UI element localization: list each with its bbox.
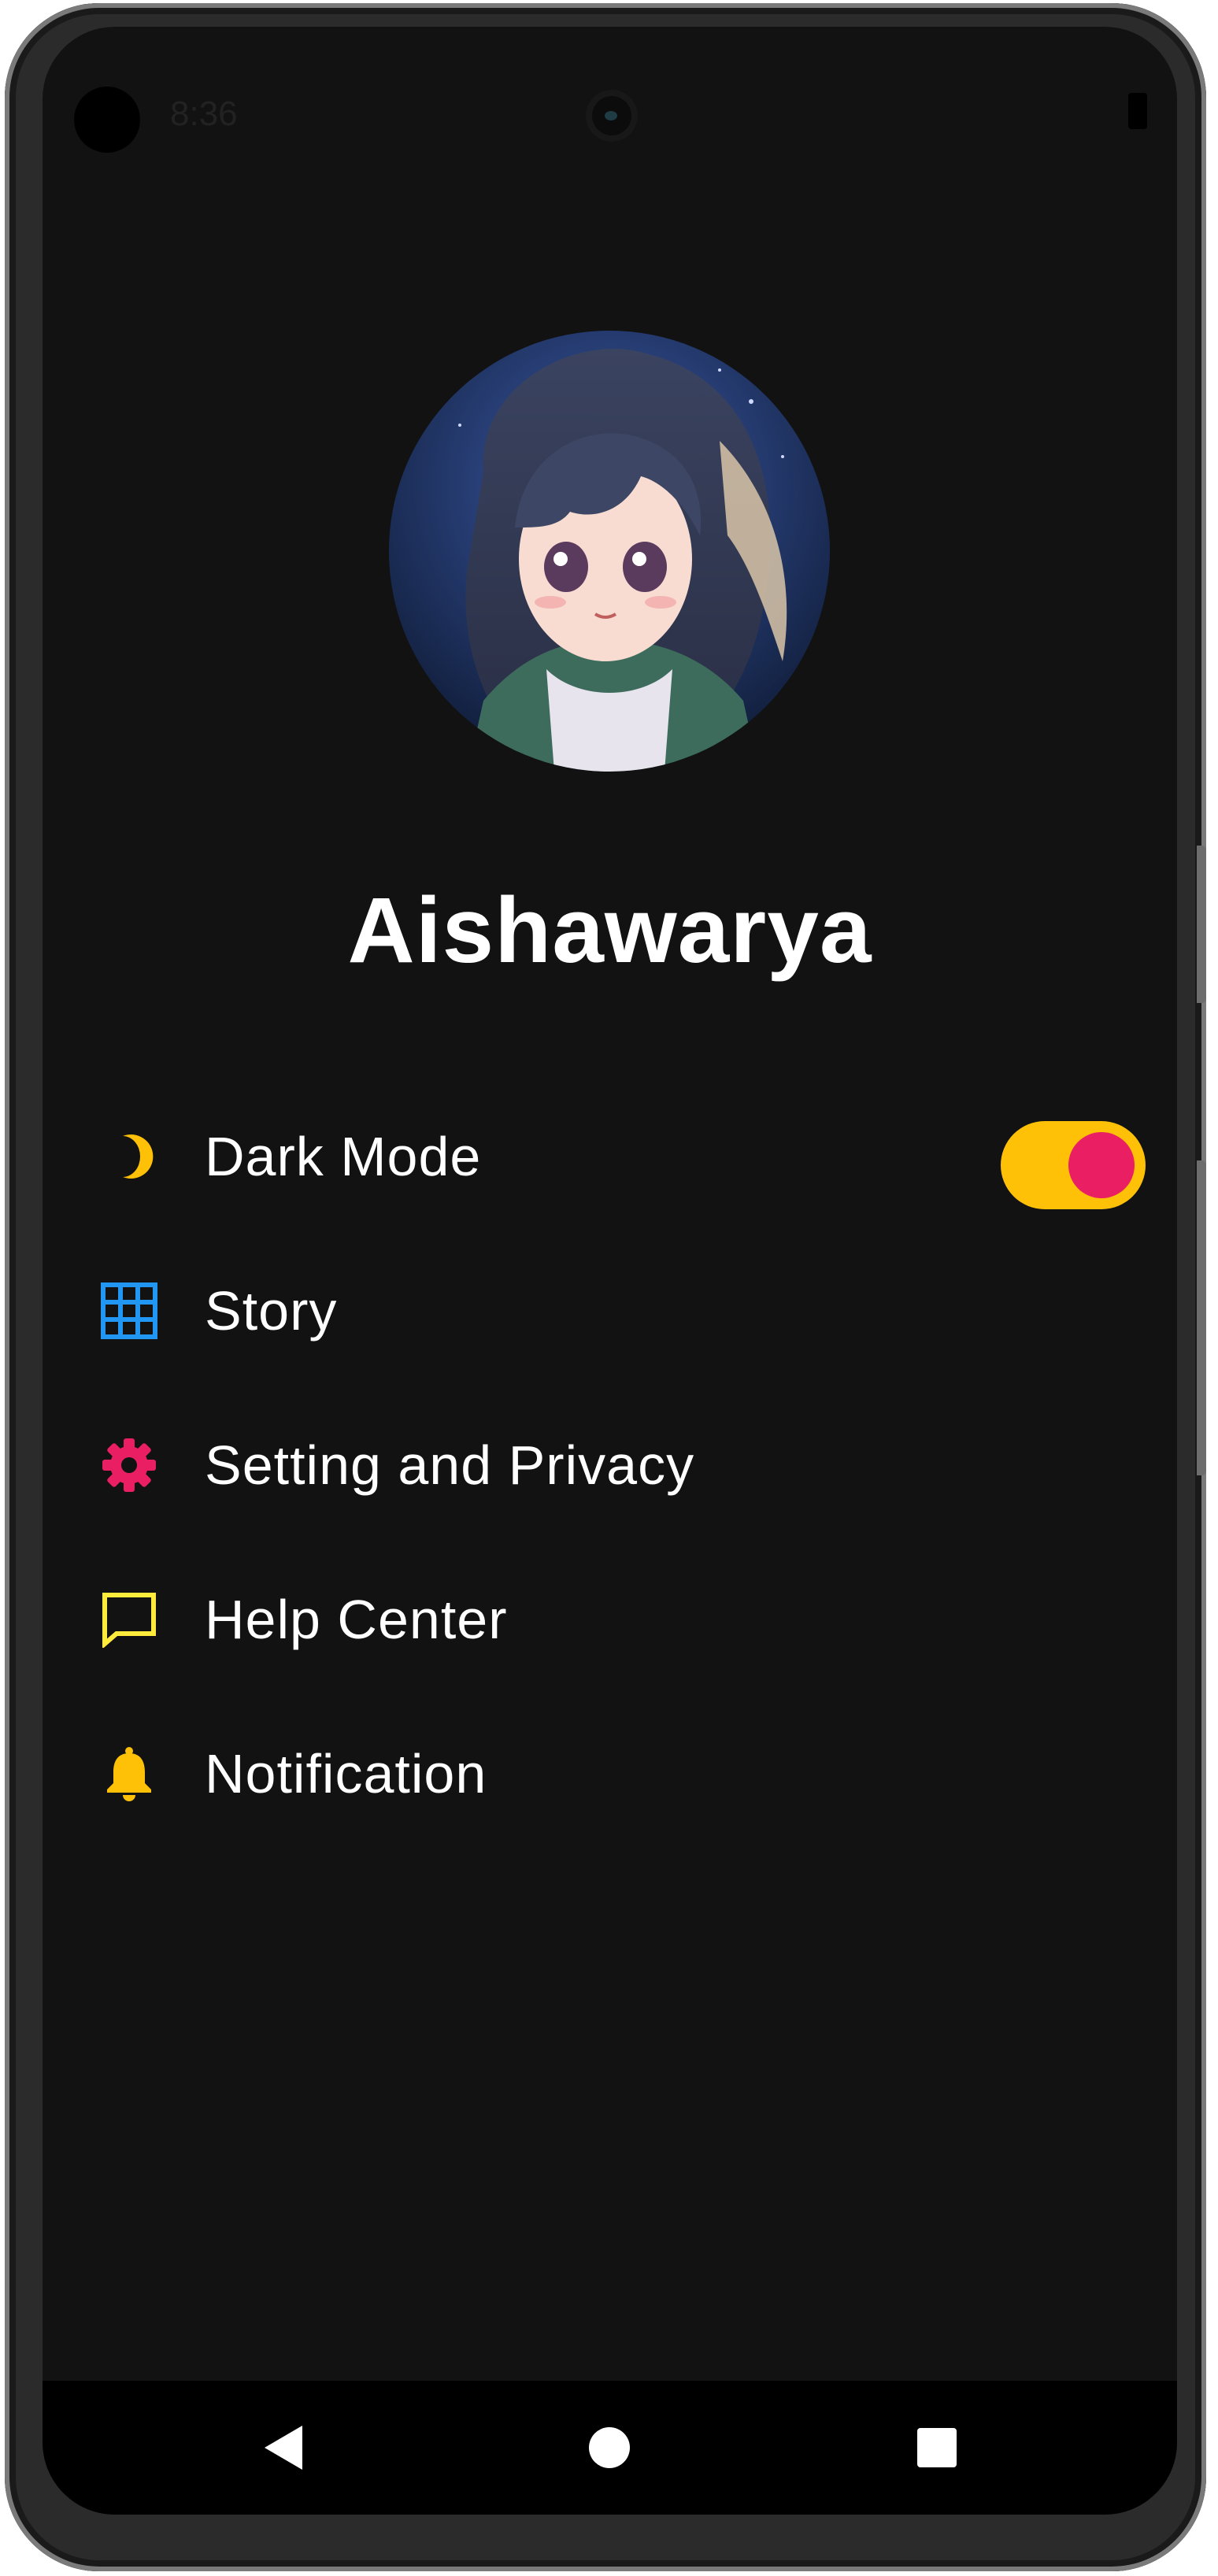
menu-item-settings[interactable]: Setting and Privacy (74, 1414, 1146, 1516)
front-camera (586, 90, 638, 142)
phone-frame: 8:36 Aishawarya Dark Mode Story Setting … (5, 3, 1206, 2571)
toggle-knob (1068, 1132, 1135, 1198)
menu-label-story: Story (205, 1280, 338, 1342)
dark-mode-toggle[interactable] (1001, 1121, 1146, 1209)
gear-icon (98, 1434, 161, 1497)
status-indicator (74, 87, 140, 153)
profile-avatar[interactable] (389, 331, 830, 772)
bell-icon (98, 1742, 161, 1805)
grid-icon (98, 1279, 161, 1342)
chat-bubble-icon (98, 1588, 161, 1651)
moon-icon (98, 1125, 161, 1188)
menu-label-dark-mode: Dark Mode (205, 1126, 482, 1187)
menu-label-notification: Notification (205, 1743, 487, 1804)
system-nav-bar (43, 2381, 1177, 2515)
back-icon[interactable] (254, 2416, 317, 2479)
home-icon[interactable] (578, 2416, 641, 2479)
avatar-image (389, 331, 830, 772)
battery-icon (1128, 93, 1147, 129)
status-time: 8:36 (170, 94, 238, 133)
menu-label-settings: Setting and Privacy (205, 1434, 695, 1496)
status-bar: 8:36 (43, 27, 1177, 153)
menu-item-dark-mode[interactable]: Dark Mode (74, 1105, 1146, 1209)
profile-name: Aishawarya (347, 879, 872, 983)
menu-label-help-center: Help Center (205, 1589, 508, 1650)
volume-button (1197, 846, 1206, 1003)
recents-icon[interactable] (905, 2416, 968, 2479)
power-button (1197, 1160, 1206, 1475)
menu-item-story[interactable]: Story (74, 1260, 1146, 1362)
menu-item-help-center[interactable]: Help Center (74, 1568, 1146, 1671)
menu-item-notification[interactable]: Notification (74, 1723, 1146, 1825)
app-screen: 8:36 Aishawarya Dark Mode Story Setting … (43, 27, 1177, 2515)
